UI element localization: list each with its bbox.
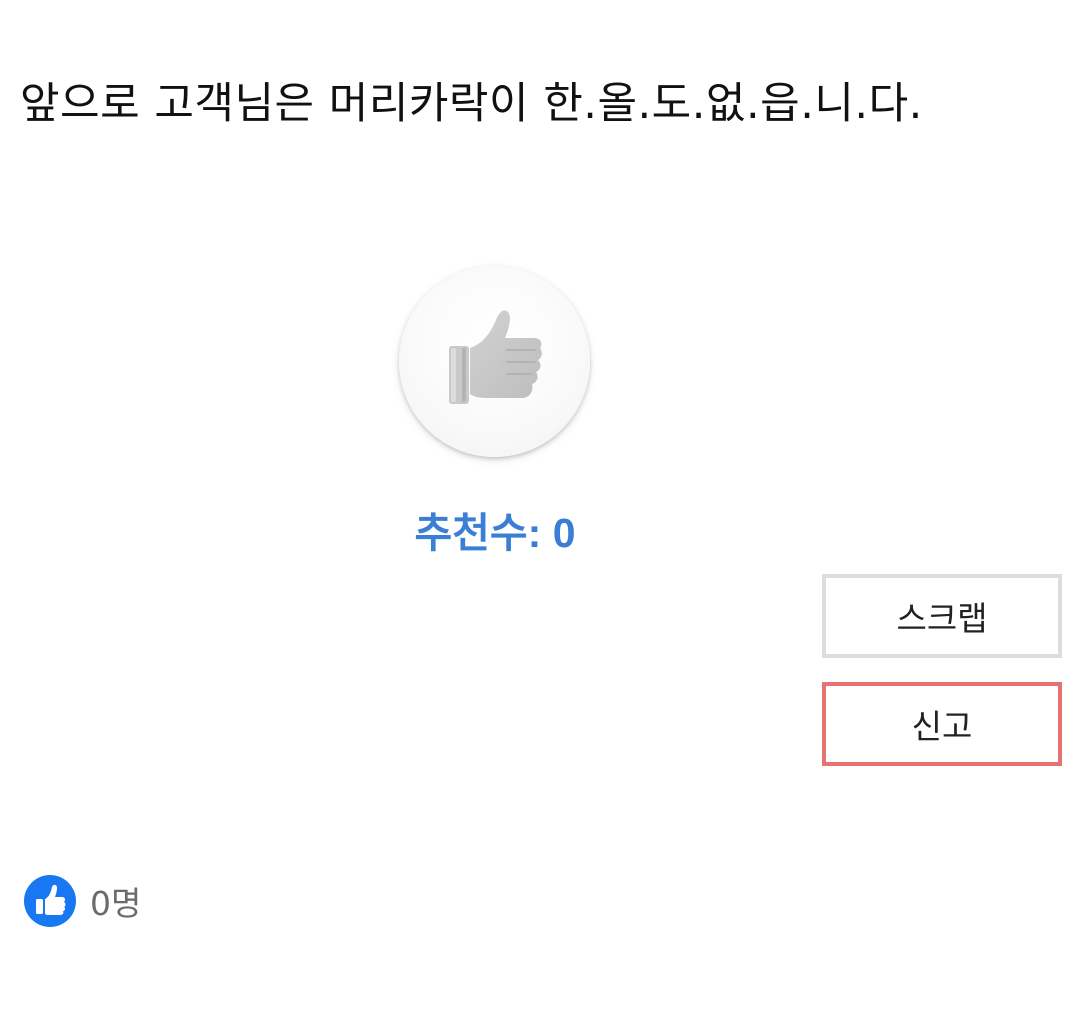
like-count: 0명: [90, 884, 142, 923]
thumbs-up-icon: [449, 310, 542, 404]
recommend-button[interactable]: [399, 266, 590, 457]
thumbs-up-badge-icon: [24, 875, 76, 927]
post-body-text: 앞으로 고객님은 머리카락이 한.올.도.없.읍.니.다.: [20, 79, 923, 129]
recommend-count: 추천수: 0: [414, 510, 576, 556]
scrap-button[interactable]: 스크랩: [822, 574, 1062, 658]
like-summary: 0명: [24, 874, 141, 928]
report-button[interactable]: 신고: [822, 682, 1062, 766]
